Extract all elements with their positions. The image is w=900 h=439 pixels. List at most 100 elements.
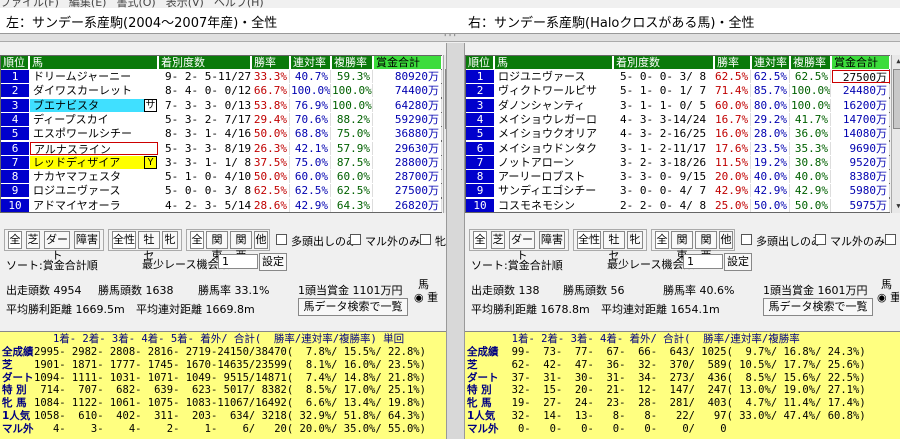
column-header-record[interactable]: 着別度数 — [159, 56, 251, 69]
column-header-no[interactable]: 順位 — [466, 56, 494, 69]
table-row[interactable]: 6 アルナスライン 5- 3- 3- 8/19 26.3% 42.1% 57.9% 2963… — [1, 141, 443, 155]
table-row[interactable]: 5 エスポワールシチー 8- 3- 1- 4/16 50.0% 68.8% 75.0% 36… — [1, 127, 443, 141]
menu-format[interactable]: 書式(O) — [116, 0, 155, 8]
column-header-no[interactable]: 順位 — [1, 56, 29, 69]
column-header-name[interactable]: 馬 — [495, 56, 613, 69]
table-row[interactable]: 5 メイショウクオリア 4- 3- 2-16/25 16.0% 28.0% 36.0% 14… — [466, 127, 891, 141]
min-races-label: 最少レース機会数 — [607, 258, 695, 271]
filter-male-button[interactable]: 牡セ — [138, 231, 160, 262]
prize-cell: 64280万 — [374, 98, 442, 112]
runners-count: 出走頭数 4954 — [6, 284, 82, 297]
side-radio-option[interactable]: ◉ 重 — [414, 289, 442, 305]
table-row[interactable]: 3 ブエナビスタサ 7- 3- 3- 0/13 53.8% 76.9% 100.0% 642… — [1, 98, 443, 112]
column-header-show[interactable]: 複勝率 — [791, 56, 831, 69]
column-header-record[interactable]: 着別度数 — [614, 56, 714, 69]
column-header-place[interactable]: 連対率 — [291, 56, 331, 69]
filter-turf-button[interactable]: 芝 — [491, 231, 505, 249]
filter-kanto-button[interactable]: 関東 — [671, 231, 693, 262]
filter-dirt-button[interactable]: ダート — [509, 231, 535, 262]
filter-sex_all-button[interactable]: 全性 — [577, 231, 601, 249]
filter-turf-button[interactable]: 芝 — [26, 231, 40, 249]
filter-kansai-button[interactable]: 関西 — [695, 231, 717, 262]
filter-kansai-button[interactable]: 関西 — [230, 231, 252, 262]
table-row[interactable]: 1 ロジユニヴァース 5- 0- 0- 3/ 8 62.5% 62.5% 62.5% 275… — [466, 70, 891, 83]
checkbox-multi[interactable] — [276, 234, 287, 245]
horizontal-splitter[interactable]: ''' — [0, 34, 900, 42]
prize-cell: 14700万 — [832, 112, 890, 126]
stats-row-label: マル外 — [2, 422, 34, 435]
right-ranking-table: 順位馬着別度数 勝率 連対率 複勝率 賞金合計 1 ロジユニヴァース 5- 0- 0- 3/ … — [465, 55, 890, 213]
column-header-prize[interactable]: 賞金合計 — [832, 56, 890, 69]
filter-male-button[interactable]: 牡セ — [603, 231, 625, 262]
set-button[interactable]: 設定 — [259, 253, 287, 271]
table-row[interactable]: 7 ノットアローン 3- 2- 3-18/26 11.5% 19.2% 30.8% 9520… — [466, 155, 891, 169]
filter-all-button[interactable]: 全 — [473, 231, 487, 249]
column-header-show[interactable]: 複勝率 — [332, 56, 373, 69]
set-button[interactable]: 設定 — [724, 253, 752, 271]
table-row[interactable]: 2 ヴィクトワールピサ 5- 1- 0- 1/ 7 71.4% 85.7% 100.0% 2… — [466, 84, 891, 98]
table-row[interactable]: 8 ナカヤマフェスタ 5- 1- 0- 4/10 50.0% 60.0% 60.0% 287… — [1, 170, 443, 184]
menu-help[interactable]: ヘルプ(H) — [214, 0, 264, 8]
filter-female-button[interactable]: 牝 — [627, 231, 643, 249]
table-row[interactable]: 3 ダノンシャンティ 3- 1- 1- 0/ 5 60.0% 80.0% 100.0% 16… — [466, 98, 891, 112]
filter-region_all-button[interactable]: 全 — [190, 231, 204, 249]
show-rate-cell: 64.3% — [332, 198, 373, 212]
prize-cell: 16200万 — [832, 98, 890, 112]
horse-data-search-button[interactable]: 馬データ検索で一覧 — [298, 298, 408, 316]
filter-other-button[interactable]: 他 — [254, 231, 268, 249]
scroll-thumb[interactable] — [893, 69, 900, 129]
scroll-up-arrow-icon[interactable]: ▲ — [892, 55, 900, 67]
menu-file[interactable]: ファイル(F) — [0, 0, 59, 8]
horse-data-search-button[interactable]: 馬データ検索で一覧 — [763, 298, 873, 316]
record-cell: 8- 4- 0- 0/12 — [165, 84, 251, 98]
filter-dirt-button[interactable]: ダート — [44, 231, 70, 262]
table-row[interactable]: 1 ドリームジャーニー 9- 2- 5-11/27 33.3% 40.7% 59.3% 80… — [1, 70, 443, 83]
place-rate-cell: 42.9% — [291, 198, 331, 212]
stats-row-values: 4- 3- 4- 2- 1- 6/ 20( 20.0%/ 35.0%/ 55.0… — [34, 422, 426, 435]
checkbox-maru_gai[interactable] — [350, 234, 361, 245]
filter-female-button[interactable]: 牝 — [162, 231, 178, 249]
horse-name-cell: コスモネモシン — [495, 198, 613, 212]
min-races-input[interactable]: 1 — [218, 254, 258, 269]
table-row[interactable]: 10 コスモネモシン 2- 2- 0- 4/ 8 25.0% 50.0% 50.0% 597… — [466, 198, 891, 212]
checkbox-multi[interactable] — [741, 234, 752, 245]
filter-kanto-button[interactable]: 関東 — [206, 231, 228, 262]
scroll-down-arrow-icon[interactable]: ▼ — [892, 200, 900, 212]
table-row[interactable]: 2 ダイワスカーレット 8- 4- 0- 0/12 66.7% 100.0% 100.0%… — [1, 84, 443, 98]
column-header-place[interactable]: 連対率 — [752, 56, 790, 69]
filter-region_all-button[interactable]: 全 — [655, 231, 669, 249]
side-radio-option[interactable]: ◉ 重 — [877, 289, 899, 305]
column-header-name[interactable]: 馬 — [30, 56, 158, 69]
stats-row-values: 62- 42- 47- 36- 32- 370/ 589( 10.5%/ 17.… — [499, 358, 866, 371]
checkbox-maru_chi[interactable] — [420, 234, 431, 245]
table-row[interactable]: 4 ディープスカイ 5- 3- 2- 7/17 29.4% 70.6% 88.2% 5929… — [1, 112, 443, 126]
filter-all-button[interactable]: 全 — [8, 231, 22, 249]
table-row[interactable]: 10 アドマイヤオーラ 4- 2- 3- 5/14 28.6% 42.9% 64.3% 26… — [1, 198, 443, 212]
table-row[interactable]: 7 レッドディザイア Y 3- 3- 1- 1/ 8 37.5% 75.0% 87.5% 28… — [1, 155, 443, 169]
table-row[interactable]: 6 メイショウドンタク 3- 1- 2-11/17 17.6% 23.5% 35.3% 96… — [466, 141, 891, 155]
menu-view[interactable]: 表示(V) — [166, 0, 204, 8]
menu-edit[interactable]: 編集(E) — [69, 0, 107, 8]
table-scrollbar[interactable]: ▲▼ — [891, 55, 900, 213]
min-races-input[interactable]: 1 — [683, 254, 723, 269]
left-pane: 順位馬着別度数 勝率 連対率 複勝率 賞金合計 1 ドリームジャーニー 9- 2- 5-11/… — [0, 43, 457, 333]
filter-jump-button[interactable]: 障害 — [74, 231, 100, 249]
win-rate-cell: 26.3% — [252, 141, 290, 155]
table-row[interactable]: 9 サンディエゴシチー 3- 0- 0- 4/ 7 42.9% 42.9% 42.9% 59… — [466, 184, 891, 198]
filter-jump-button[interactable]: 障害 — [539, 231, 565, 249]
place-rate-cell: 75.0% — [291, 155, 331, 169]
table-row[interactable]: 9 ロジユニヴァース 5- 0- 0- 3/ 8 62.5% 62.5% 62.5% 275… — [1, 184, 443, 198]
filter-other-button[interactable]: 他 — [719, 231, 733, 249]
stats-row-label: 全成績 — [467, 346, 499, 358]
column-header-win[interactable]: 勝率 — [252, 56, 290, 69]
column-header-prize[interactable]: 賞金合計 — [374, 56, 442, 69]
vertical-splitter[interactable] — [446, 43, 465, 439]
stats-row-label: 1人気 — [467, 410, 496, 422]
table-row[interactable]: 4 メイショウレガーロ 4- 3- 3-14/24 16.7% 29.2% 41.7% 14… — [466, 112, 891, 126]
checkbox-maru_chi[interactable] — [885, 234, 896, 245]
column-header-win[interactable]: 勝率 — [715, 56, 751, 69]
table-row[interactable]: 8 アーリーロブスト 3- 3- 0- 9/15 20.0% 40.0% 40.0% 838… — [466, 170, 891, 184]
filter-sex_all-button[interactable]: 全性 — [112, 231, 136, 249]
win-rate-cell: 28.6% — [252, 198, 290, 212]
checkbox-maru_gai[interactable] — [815, 234, 826, 245]
